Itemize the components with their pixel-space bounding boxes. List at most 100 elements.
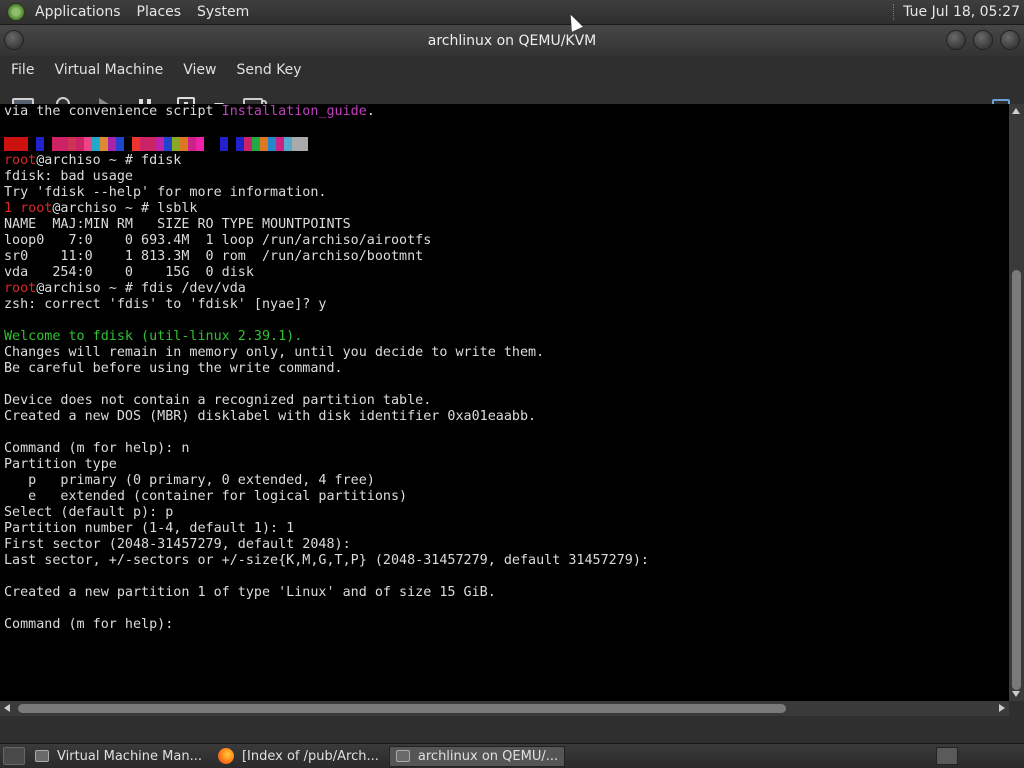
- console-line: fdisk: bad usage: [0, 169, 1009, 185]
- color-swatch: [244, 137, 252, 151]
- color-swatch: [140, 137, 148, 151]
- window-menu-icon[interactable]: [4, 30, 24, 50]
- scroll-down-icon[interactable]: [1012, 691, 1020, 697]
- panel-separator: [893, 4, 895, 20]
- color-swatch: [124, 137, 132, 151]
- console-text: root: [20, 201, 53, 216]
- console-line: Last sector, +/-sectors or +/-size{K,M,G…: [0, 553, 1009, 569]
- horizontal-scroll-thumb[interactable]: [18, 704, 786, 713]
- console-text: Partition number (1-4, default 1): 1: [4, 521, 295, 536]
- console-line: root@archiso ~ # fdis /dev/vda: [0, 281, 1009, 297]
- console-text: vda 254:0 0 15G 0 disk: [4, 265, 254, 280]
- console-line: Created a new partition 1 of type 'Linux…: [0, 585, 1009, 601]
- system-menu[interactable]: System: [189, 4, 257, 20]
- vertical-scroll-thumb[interactable]: [1012, 270, 1021, 690]
- color-swatch: [196, 137, 204, 151]
- places-menu[interactable]: Places: [129, 4, 190, 20]
- color-swatch: [252, 137, 260, 151]
- applications-menu[interactable]: Applications: [27, 4, 129, 20]
- top-panel: Applications Places System Tue Jul 18, 0…: [0, 0, 1024, 25]
- console-line: zsh: correct 'fdis' to 'fdisk' [nyae]? y: [0, 297, 1009, 313]
- console-text: Command (m for help): n: [4, 441, 190, 456]
- console-text: Device does not contain a recognized par…: [4, 393, 432, 408]
- console-text: sr0 11:0 1 813.3M 0 rom /run/archiso/boo…: [4, 249, 424, 264]
- menu-virtual-machine[interactable]: Virtual Machine: [44, 62, 173, 78]
- window-titlebar[interactable]: archlinux on QEMU/KVM: [0, 25, 1024, 56]
- task-firefox[interactable]: [Index of /pub/Arch...: [212, 746, 385, 767]
- console-line: Changes will remain in memory only, unti…: [0, 345, 1009, 361]
- menubar: File Virtual Machine View Send Key: [0, 56, 1024, 84]
- color-swatch: [212, 137, 220, 151]
- vertical-scrollbar[interactable]: [1009, 104, 1024, 701]
- console-text: @archiso ~ # fdis /dev/vda: [36, 281, 246, 296]
- distro-logo-icon[interactable]: [7, 3, 25, 21]
- scroll-right-icon[interactable]: [999, 704, 1005, 712]
- console-text: root: [4, 281, 37, 296]
- console-line: p primary (0 primary, 0 extended, 4 free…: [0, 473, 1009, 489]
- vm-console[interactable]: via the convenience script Installation_…: [0, 104, 1009, 701]
- color-swatch: [180, 137, 188, 151]
- show-desktop-icon[interactable]: [3, 747, 25, 765]
- console-text: .: [366, 104, 375, 119]
- color-swatch: [132, 137, 140, 151]
- color-swatch: [276, 137, 284, 151]
- task-vm-manager[interactable]: Virtual Machine Man...: [29, 746, 208, 767]
- scroll-up-icon[interactable]: [1012, 108, 1020, 114]
- color-swatch: [68, 137, 76, 151]
- color-swatch: [188, 137, 196, 151]
- console-text: via the convenience script: [4, 104, 222, 119]
- color-swatch: [116, 137, 124, 151]
- workspace-switcher-icon[interactable]: [936, 747, 958, 765]
- console-line: [0, 137, 1009, 153]
- console-line: Be careful before using the write comman…: [0, 361, 1009, 377]
- color-swatch: [300, 137, 308, 151]
- console-text: @archiso ~ # fdisk: [36, 153, 182, 168]
- color-swatch: [172, 137, 180, 151]
- horizontal-scrollbar[interactable]: [0, 701, 1009, 716]
- color-swatch: [220, 137, 228, 151]
- task-label: [Index of /pub/Arch...: [241, 748, 379, 764]
- console-line: Device does not contain a recognized par…: [0, 393, 1009, 409]
- color-swatch: [60, 137, 68, 151]
- console-line: Created a new DOS (MBR) disklabel with d…: [0, 409, 1009, 425]
- console-text: Select (default p): p: [4, 505, 174, 520]
- console-text: Partition type: [4, 457, 117, 472]
- color-swatch: [12, 137, 20, 151]
- close-icon[interactable]: [1000, 30, 1020, 50]
- console-line: First sector (2048-31457279, default 204…: [0, 537, 1009, 553]
- console-text: Created a new partition 1 of type 'Linux…: [4, 585, 496, 600]
- minimize-icon[interactable]: [946, 30, 966, 50]
- menu-send-key[interactable]: Send Key: [226, 62, 311, 78]
- console-line: vda 254:0 0 15G 0 disk: [0, 265, 1009, 281]
- console-text: First sector (2048-31457279, default 204…: [4, 537, 351, 552]
- menu-file[interactable]: File: [0, 62, 44, 78]
- color-swatch: [284, 137, 292, 151]
- vm-manager-icon: [35, 750, 49, 762]
- console-text: Changes will remain in memory only, unti…: [4, 345, 545, 360]
- console-text: zsh: correct 'fdis' to 'fdisk' [nyae]? y: [4, 297, 327, 312]
- terminal-color-bar: [4, 137, 1009, 151]
- color-swatch: [52, 137, 60, 151]
- task-vm-console[interactable]: archlinux on QEMU/...: [388, 745, 566, 767]
- console-line: Partition type: [0, 457, 1009, 473]
- color-swatch: [204, 137, 212, 151]
- console-text: loop0 7:0 0 693.4M 1 loop /run/archiso/a…: [4, 233, 432, 248]
- console-line: Try 'fdisk --help' for more information.: [0, 185, 1009, 201]
- clock[interactable]: Tue Jul 18, 05:27: [903, 4, 1024, 20]
- console-line: Command (m for help): n: [0, 441, 1009, 457]
- vm-console-icon: [395, 750, 410, 762]
- console-text: @archiso ~ # lsblk: [52, 201, 198, 216]
- console-line: 1 root@archiso ~ # lsblk: [0, 201, 1009, 217]
- maximize-icon[interactable]: [973, 30, 993, 50]
- console-text: Last sector, +/-sectors or +/-size{K,M,G…: [4, 553, 649, 568]
- console-line: sr0 11:0 1 813.3M 0 rom /run/archiso/boo…: [0, 249, 1009, 265]
- firefox-icon: [217, 748, 234, 764]
- console-text: Installation_guide: [221, 104, 367, 119]
- scroll-left-icon[interactable]: [4, 704, 10, 712]
- menu-view[interactable]: View: [173, 62, 226, 78]
- color-swatch: [36, 137, 44, 151]
